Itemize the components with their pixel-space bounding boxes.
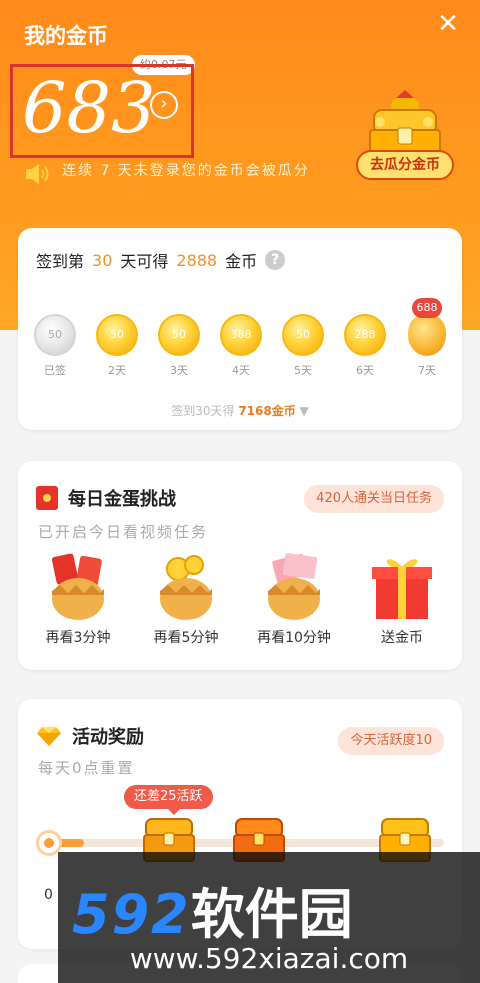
- challenge-subtitle: 已开启今日看视频任务: [38, 523, 209, 541]
- guafen-coins-button[interactable]: 去瓜分金币: [356, 150, 454, 180]
- task-label: 再看10分钟: [257, 630, 331, 646]
- signin-summary[interactable]: 签到30天得 7168金币 ▼: [18, 402, 462, 419]
- coin-icon: 50: [34, 314, 76, 356]
- signin-suffix: 金币: [225, 252, 258, 271]
- signin-card: 签到第 30 天可得 2888 金币 ? 50 已签 50 2天 50 3天 3…: [18, 228, 462, 430]
- task-item[interactable]: 再看3分钟: [28, 551, 128, 647]
- task-item[interactable]: 再看10分钟: [244, 551, 344, 647]
- day-label: 5天: [294, 364, 312, 377]
- signin-prefix: 签到第: [36, 252, 85, 271]
- highlight-box: [10, 64, 194, 158]
- signin-day[interactable]: 288 6天: [336, 314, 394, 378]
- task-item[interactable]: 再看5分钟: [136, 551, 236, 647]
- gift-box-icon: [372, 559, 432, 619]
- signin-reward: 2888: [176, 250, 218, 270]
- page-title: 我的金币: [24, 24, 108, 48]
- speaker-icon: [26, 164, 49, 184]
- signin-day[interactable]: 50 已签: [26, 314, 84, 378]
- challenge-card: 每日金蛋挑战 420人通关当日任务 已开启今日看视频任务 再看3分钟 再看5分钟: [18, 461, 462, 670]
- activity-subtitle: 每天0点重置: [38, 759, 135, 777]
- challenge-title: 每日金蛋挑战: [68, 489, 176, 510]
- activity-heading: 活动奖励: [36, 723, 144, 749]
- egg-redpacket-icon: [51, 553, 104, 620]
- coin-icon: 388: [220, 314, 262, 356]
- signin-days: 50 已签 50 2天 50 3天 388 4天 50 5天 288 6天 68…: [26, 298, 456, 378]
- signin-day[interactable]: 50 3天: [150, 314, 208, 378]
- signin-heading: 签到第 30 天可得 2888 金币 ?: [36, 248, 286, 272]
- coin-icon: 288: [344, 314, 386, 356]
- signin-day[interactable]: 388 4天: [212, 314, 270, 378]
- watermark-url: www.592xiazai.com: [129, 942, 409, 975]
- signin-day-count: 30: [92, 250, 113, 270]
- coin-icon: 50: [96, 314, 138, 356]
- help-icon[interactable]: ?: [265, 250, 286, 270]
- day-label: 已签: [44, 364, 66, 377]
- watermark-brand: 592软件园: [72, 870, 353, 949]
- challenge-heading: 每日金蛋挑战: [36, 485, 176, 511]
- watermark-brand-num: 592: [72, 883, 191, 946]
- day-label: 4天: [232, 364, 250, 377]
- signin-middle: 天可得: [120, 252, 169, 271]
- day-label: 2天: [108, 364, 126, 377]
- warning-text: 连续 7 天未登录您的金币会被瓜分: [62, 163, 310, 179]
- challenge-badge[interactable]: 420人通关当日任务: [304, 485, 444, 513]
- watermark: 592软件园 www.592xiazai.com: [58, 852, 480, 983]
- signin-summary-prefix: 签到30天得: [171, 404, 235, 418]
- task-label: 再看3分钟: [45, 630, 111, 646]
- task-label: 送金币: [381, 630, 423, 646]
- signin-day[interactable]: 50 5天: [274, 314, 332, 378]
- progress-start-label: 0: [44, 887, 53, 903]
- activity-title: 活动奖励: [72, 727, 144, 748]
- day-label: 3天: [170, 364, 188, 377]
- task-label: 再看5分钟: [153, 630, 219, 646]
- triangle-down-icon: ▼: [299, 404, 309, 418]
- signin-day[interactable]: 50 2天: [88, 314, 146, 378]
- activity-gap-bubble: 还差25活跃: [124, 785, 213, 815]
- egg-coins-icon: [160, 555, 212, 620]
- task-item[interactable]: 送金币: [352, 551, 452, 647]
- activity-badge: 今天活跃度10: [338, 727, 444, 755]
- red-packet-icon: [36, 486, 58, 510]
- signin-day[interactable]: 688 7天: [398, 298, 456, 378]
- coin-icon: 50: [282, 314, 324, 356]
- diamond-icon: [37, 727, 61, 746]
- watermark-brand-cn: 软件园: [190, 883, 353, 946]
- challenge-tasks: 再看3分钟 再看5分钟 再看10分钟 送金币: [28, 551, 452, 647]
- egg-cash-icon: [268, 553, 320, 620]
- day-label: 6天: [356, 364, 374, 377]
- coin-icon: 50: [158, 314, 200, 356]
- day-label: 7天: [418, 364, 436, 377]
- lucky-bag-icon: [408, 314, 446, 356]
- signin-summary-value: 7168金币: [238, 404, 296, 418]
- close-icon[interactable]: ✕: [434, 10, 462, 38]
- reward-bubble: 688: [412, 298, 442, 318]
